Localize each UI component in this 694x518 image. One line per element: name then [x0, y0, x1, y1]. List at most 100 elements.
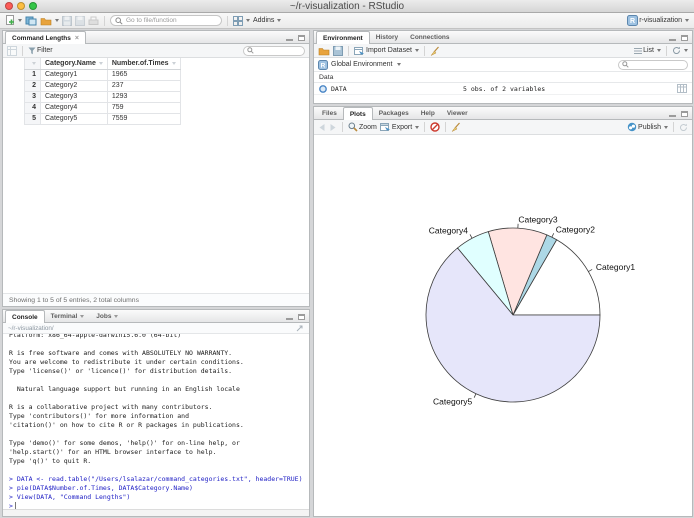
plot-display-area: Category1 Category2 Category3 Category4 Cate… [314, 135, 692, 516]
new-file-button[interactable] [5, 15, 22, 26]
clear-objects-broom-icon[interactable] [430, 46, 440, 56]
maximize-panel-button[interactable] [681, 111, 688, 117]
minimize-panel-button[interactable] [286, 38, 293, 41]
search-icon [115, 16, 123, 25]
console-line: R is a collaborative project with many c… [9, 403, 213, 411]
maximize-panel-button[interactable] [681, 35, 688, 41]
r-global-env-icon: R [318, 59, 328, 70]
save-all-button[interactable] [75, 15, 85, 26]
tab-jobs[interactable]: Jobs [90, 310, 124, 322]
chevron-down-icon [657, 49, 661, 52]
project-menu-button[interactable]: R r-visualization [627, 15, 689, 26]
sort-icon [171, 61, 176, 65]
view-table-icon[interactable] [677, 84, 687, 93]
remove-plot-icon[interactable] [430, 122, 440, 132]
table-row: 1 Category1 1965 [24, 69, 181, 81]
working-directory-bar: ~/r-visualization/ [3, 323, 309, 334]
zoom-plot-button[interactable]: Zoom [348, 122, 377, 132]
table-search-input[interactable] [243, 45, 305, 56]
zoom-magnifier-icon [348, 122, 358, 132]
export-plot-button[interactable]: Export [379, 122, 420, 132]
save-workspace-icon[interactable] [333, 45, 343, 56]
console-output[interactable]: Platform: x86_64-apple-darwin15.6.0 (64-… [3, 334, 309, 509]
tab-command-lengths[interactable]: Command Lengths × [5, 31, 86, 44]
pie-label-tick [473, 393, 477, 398]
clear-plots-broom-icon[interactable] [451, 122, 461, 132]
console-line: 'citation()' on how to cite R or R packa… [9, 421, 244, 429]
column-header-category-name[interactable]: Category.Name [40, 58, 108, 70]
tab-files[interactable]: Files [316, 107, 343, 119]
export-icon [379, 123, 390, 131]
environment-search-input[interactable] [618, 59, 688, 70]
forward-arrow-icon[interactable] [329, 123, 337, 132]
toolbar-divider [424, 122, 426, 132]
data-viewer-tabbar: Command Lengths × [3, 31, 309, 44]
table-row: 5 Category5 7559 [24, 113, 181, 125]
load-workspace-icon[interactable] [318, 46, 330, 56]
object-summary: 5 obs. of 2 variables [463, 84, 546, 93]
data-viewer-toolbar: Filter [3, 44, 309, 58]
environment-toolbar: Import Dataset List [314, 44, 692, 58]
pie-label-category4: Category4 [429, 226, 468, 236]
publish-button[interactable]: Publish [627, 122, 668, 132]
chevron-down-icon [80, 314, 85, 318]
pie-label-category5: Category5 [433, 397, 472, 407]
project-name-label: r-visualization [639, 17, 682, 24]
minimize-panel-button[interactable] [669, 38, 676, 41]
minimize-panel-button[interactable] [286, 317, 293, 320]
minimize-panel-button[interactable] [669, 114, 676, 117]
goto-file-input[interactable]: Go to file/function [110, 15, 222, 26]
object-name: DATA [331, 84, 347, 93]
toolbar-divider [673, 122, 674, 132]
tab-environment[interactable]: Environment [316, 31, 370, 44]
refresh-icon[interactable] [679, 123, 688, 132]
data-object-icon [319, 84, 327, 93]
chevron-down-icon [277, 19, 282, 22]
svg-text:R: R [321, 62, 326, 69]
tab-viewer[interactable]: Viewer [441, 107, 474, 119]
console-command: > pie(DATA$Number.of.Times, DATA$Categor… [9, 484, 193, 492]
tab-console[interactable]: Console [5, 310, 45, 323]
print-button[interactable] [88, 16, 99, 26]
scope-selector[interactable]: Global Environment [331, 61, 392, 68]
filter-button[interactable]: Filter [28, 47, 53, 55]
open-file-button[interactable] [40, 16, 59, 26]
list-view-button[interactable]: List [634, 47, 661, 55]
environment-object-row[interactable]: DATA 5 obs. of 2 variables [314, 83, 692, 95]
tab-help[interactable]: Help [415, 107, 441, 119]
maximize-panel-button[interactable] [298, 314, 305, 320]
tab-history[interactable]: History [370, 31, 404, 43]
refresh-button[interactable] [672, 46, 688, 55]
pie-label-category3: Category3 [518, 214, 557, 224]
console-line: Natural language support but running in … [9, 385, 240, 393]
tab-packages[interactable]: Packages [373, 107, 415, 119]
goto-placeholder: Go to file/function [126, 17, 177, 24]
pane-layout-button[interactable] [233, 15, 250, 26]
addins-button[interactable]: Addins [253, 17, 282, 24]
chevron-down-icon [415, 125, 420, 129]
tab-connections[interactable]: Connections [404, 31, 455, 43]
maximize-panel-button[interactable] [298, 35, 305, 41]
toolbar-divider [342, 122, 343, 132]
table-header-row: Category.Name Number.of.Times [24, 58, 181, 70]
popout-icon[interactable] [296, 324, 304, 332]
new-project-button[interactable] [25, 15, 37, 26]
sort-icon [98, 61, 103, 65]
save-button[interactable] [62, 15, 72, 26]
grid-view-icon[interactable] [7, 45, 17, 56]
working-directory-path: ~/r-visualization/ [8, 324, 54, 332]
row-number-header[interactable] [24, 58, 41, 70]
column-header-number-of-times[interactable]: Number.of.Times [107, 58, 181, 70]
import-dataset-button[interactable]: Import Dataset [354, 46, 419, 56]
tab-plots[interactable]: Plots [342, 107, 373, 120]
console-prompt[interactable]: > [9, 502, 309, 509]
horizontal-scrollbar[interactable] [3, 509, 309, 516]
environment-tabbar: Environment History Connections [314, 31, 692, 44]
tab-terminal[interactable]: Terminal [45, 310, 91, 322]
close-icon[interactable]: × [75, 35, 79, 42]
back-arrow-icon[interactable] [318, 123, 326, 132]
console-tabbar: Console Terminal Jobs [3, 310, 309, 323]
